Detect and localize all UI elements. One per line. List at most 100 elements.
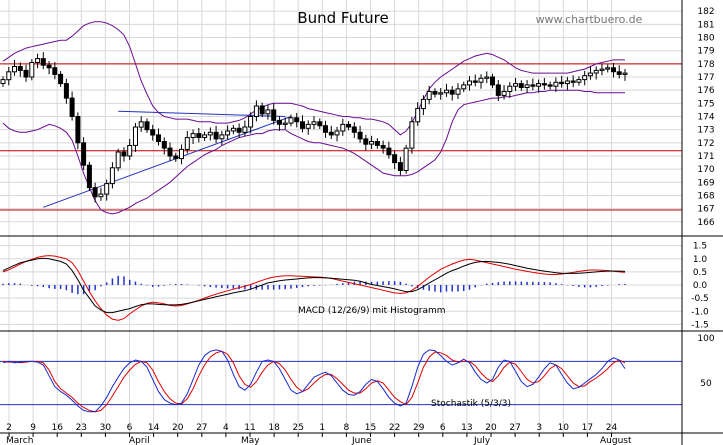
- price-tick-label: 178: [697, 60, 714, 70]
- candle-body: [127, 145, 133, 157]
- candle-body: [92, 187, 98, 198]
- x-tick-label: 20: [172, 423, 184, 433]
- macd-tick-label: -1.5: [691, 320, 709, 330]
- candle-body: [300, 121, 305, 129]
- price-tick-label: 170: [697, 165, 714, 175]
- price-tick-label: 182: [697, 7, 714, 17]
- candle-body: [230, 127, 236, 132]
- x-tick-label: 9: [30, 423, 36, 433]
- x-tick-label: 8: [344, 423, 350, 433]
- candle-body: [576, 79, 582, 83]
- candle-body: [161, 141, 167, 149]
- candle-body: [501, 91, 507, 96]
- candle-body: [369, 141, 375, 145]
- candle-body: [294, 117, 300, 123]
- price-tick-label: 177: [697, 73, 714, 83]
- x-tick-label: 4: [223, 423, 229, 433]
- price-tick-label: 176: [697, 86, 714, 96]
- candle-body: [29, 62, 35, 78]
- candle-body: [351, 126, 357, 133]
- macd-tick-label: 0.0: [693, 281, 708, 291]
- candle-body: [63, 83, 69, 99]
- x-tick-label: 10: [558, 423, 570, 433]
- price-tick-label: 173: [697, 126, 714, 136]
- grid-lines: [0, 0, 682, 433]
- candle-body: [357, 131, 363, 140]
- candle-body: [541, 83, 547, 86]
- candle-body: [622, 72, 628, 75]
- candle-body: [156, 134, 161, 142]
- macd-tick-label: -1.0: [691, 307, 709, 317]
- price-tick-label: 175: [697, 99, 714, 109]
- candle-body: [190, 133, 196, 139]
- stochastic-tick-label: 50: [700, 379, 712, 389]
- candle-body: [242, 126, 248, 133]
- candle-body: [133, 126, 138, 146]
- candle-body: [593, 69, 599, 74]
- candle-body: [380, 145, 386, 149]
- x-tick-label: 27: [196, 423, 207, 433]
- candle-body: [225, 130, 231, 136]
- x-tick-label: 22: [389, 423, 400, 433]
- stochastic-k-line: [2, 349, 626, 413]
- candle-body: [461, 84, 467, 90]
- candle-body: [611, 67, 616, 73]
- axes: 1661671681691701711721731741751761771781…: [0, 0, 723, 445]
- candle-body: [259, 105, 265, 115]
- price-tick-label: 168: [697, 191, 714, 201]
- candle-body: [438, 92, 444, 95]
- candle-body: [35, 58, 41, 63]
- candle-body: [536, 83, 542, 87]
- candle-body: [288, 117, 294, 124]
- candle-body: [86, 164, 92, 189]
- candle-body: [202, 134, 208, 138]
- candle-body: [449, 89, 455, 95]
- price-tick-label: 167: [697, 205, 714, 215]
- candle-body: [495, 84, 501, 96]
- x-tick-label: 23: [76, 423, 87, 433]
- candle-body: [397, 162, 403, 172]
- candle-body: [616, 71, 622, 75]
- candle-body: [518, 83, 524, 88]
- candle-body: [340, 123, 346, 132]
- candle-body: [363, 138, 369, 145]
- x-tick-label: 1: [319, 423, 325, 433]
- candle-body: [530, 84, 536, 87]
- candle-body: [207, 131, 213, 136]
- candle-body: [605, 67, 611, 70]
- candle-body: [490, 76, 495, 86]
- stochastic-d-line: [2, 350, 626, 413]
- x-tick-label: 3: [536, 423, 542, 433]
- x-tick-label: 6: [440, 423, 446, 433]
- candle-body: [374, 141, 380, 146]
- candle-body: [115, 151, 121, 169]
- x-tick-label: 29: [413, 423, 425, 433]
- x-tick-label: 25: [292, 423, 303, 433]
- candle-body: [323, 125, 328, 133]
- chart-title: Bund Future: [297, 9, 388, 27]
- candle-body: [23, 69, 29, 78]
- price-tick-label: 181: [697, 20, 714, 30]
- candle-body: [236, 127, 242, 133]
- candle-body: [392, 154, 398, 164]
- candle-body: [467, 80, 472, 86]
- candle-body: [253, 105, 259, 117]
- candle-body: [219, 134, 225, 140]
- candle-body: [69, 97, 75, 117]
- price-tick-label: 180: [697, 34, 714, 44]
- candle-body: [104, 183, 110, 195]
- x-tick-label: 2: [6, 423, 12, 433]
- candle-body: [386, 147, 392, 156]
- candle-body: [213, 131, 219, 140]
- candle-body: [52, 67, 58, 75]
- candle-body: [75, 116, 81, 144]
- macd-tick-label: -0.5: [691, 294, 709, 304]
- candle-body: [484, 76, 490, 79]
- watermark: www.chartbuero.de: [536, 13, 643, 26]
- macd-tick-label: 1.5: [693, 242, 707, 252]
- candle-body: [328, 131, 334, 136]
- candle-body: [58, 73, 64, 85]
- x-tick-label: 30: [100, 423, 112, 433]
- candle-body: [81, 142, 87, 166]
- candle-body: [276, 119, 282, 125]
